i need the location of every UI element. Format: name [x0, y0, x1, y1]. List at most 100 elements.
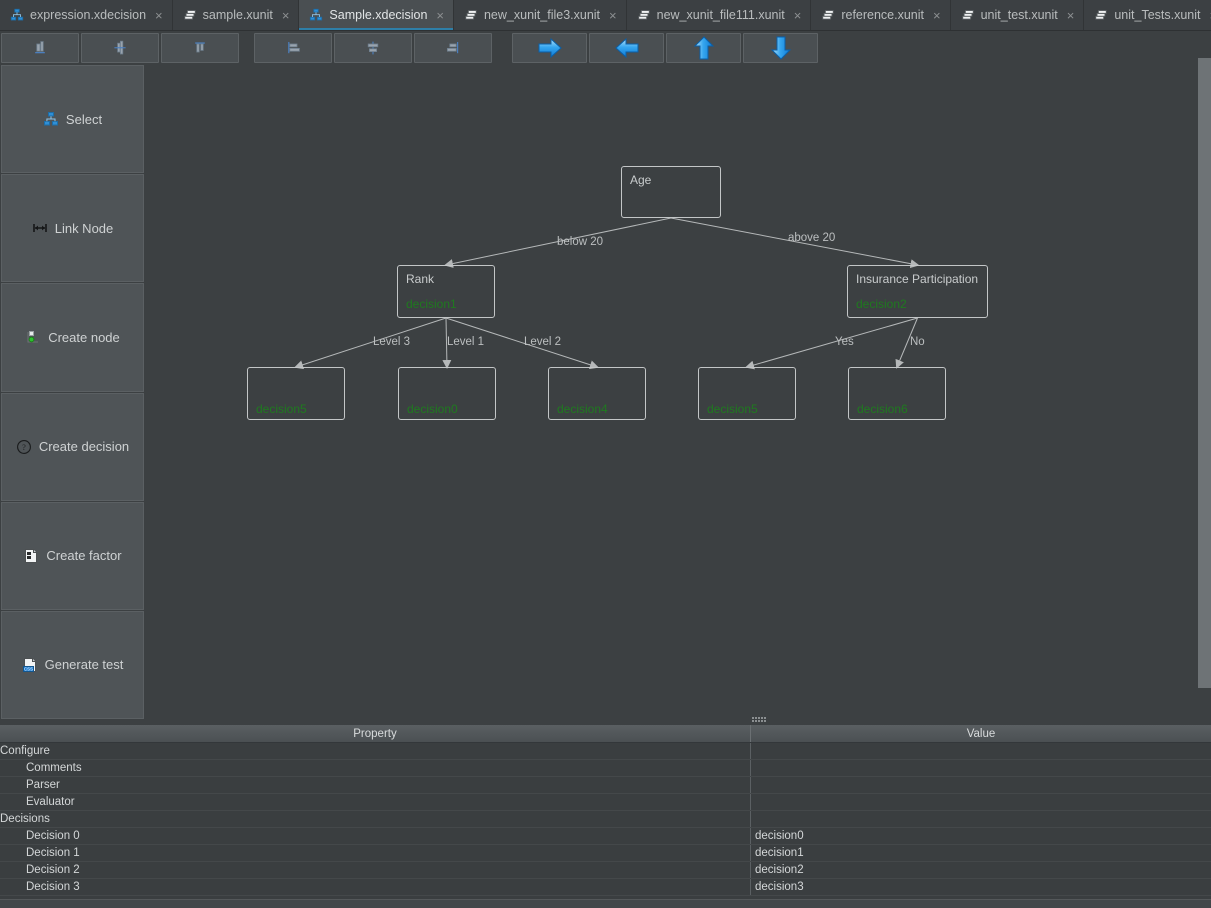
- palette-item-generate-test[interactable]: CSS Generate test: [1, 610, 144, 720]
- diagram-edge-label: Level 2: [524, 336, 562, 348]
- property-value-cell[interactable]: decision1: [751, 845, 1211, 861]
- diagram-edge-label: Yes: [835, 336, 854, 348]
- splitter-grip[interactable]: [752, 717, 766, 722]
- close-icon[interactable]: ×: [436, 9, 444, 22]
- xunit-stack-icon: [183, 10, 196, 20]
- editor-tab-unit-test-xunit[interactable]: unit_test.xunit ×: [950, 0, 1085, 30]
- create-factor-icon: [25, 548, 38, 563]
- move-down-button[interactable]: [743, 33, 818, 63]
- align-vertical-group: [253, 33, 493, 63]
- xunit-stack-icon: [961, 10, 974, 20]
- align-left-icon: [35, 41, 45, 54]
- arrow-up-icon: [693, 36, 714, 60]
- property-value-cell[interactable]: [751, 743, 1211, 759]
- decision-diagram-canvas[interactable]: Age Rank decision1 Insurance Participation d…: [145, 65, 1211, 720]
- palette-item-link-node[interactable]: Link Node: [1, 174, 144, 283]
- palette-item-label: Select: [65, 111, 103, 127]
- decision-tree-icon: [310, 8, 323, 21]
- property-value-cell[interactable]: decision3: [751, 879, 1211, 895]
- close-icon[interactable]: ×: [933, 9, 941, 22]
- create-node-icon: [27, 331, 39, 343]
- diagram-node-insurance[interactable]: Insurance Participation decision2: [847, 265, 988, 318]
- editor-tab-label: new_xunit_file111.xunit: [656, 8, 785, 22]
- svg-text:?: ?: [22, 443, 26, 452]
- property-row[interactable]: Decision 2 decision2: [0, 862, 1211, 879]
- close-icon[interactable]: ×: [794, 9, 802, 22]
- property-row[interactable]: Comments: [0, 760, 1211, 777]
- move-up-button[interactable]: [666, 33, 741, 63]
- link-node-icon: [32, 224, 47, 233]
- align-bottom-button[interactable]: [414, 33, 492, 63]
- diagram-node-leaf0[interactable]: decision0: [398, 367, 496, 420]
- canvas-scrollbar-thumb[interactable]: [1198, 58, 1211, 688]
- editor-tab-label: unit_Tests.xunit: [1114, 8, 1201, 22]
- align-right-button[interactable]: [161, 33, 239, 63]
- property-column-header[interactable]: Property: [0, 725, 751, 742]
- align-left-button[interactable]: [1, 33, 79, 63]
- property-value-cell[interactable]: [751, 811, 1211, 827]
- property-row[interactable]: Decision 1 decision1: [0, 845, 1211, 862]
- property-row[interactable]: Parser: [0, 777, 1211, 794]
- editor-tab-label: new_xunit_file3.xunit: [483, 8, 601, 22]
- property-name-cell: Decision 2: [0, 862, 751, 878]
- palette-item-create-factor[interactable]: Create factor: [1, 501, 144, 610]
- palette-item-select[interactable]: Select: [1, 65, 144, 174]
- diagram-edge-label: No: [910, 336, 925, 348]
- editor-tab-sample-xunit[interactable]: sample.xunit ×: [172, 0, 300, 30]
- property-row[interactable]: Decisions: [0, 811, 1211, 828]
- close-icon[interactable]: ×: [1067, 9, 1075, 22]
- property-name-cell: Comments: [0, 760, 751, 776]
- editor-tab-label: expression.xdecision: [30, 8, 147, 22]
- property-table-header: Property Value: [0, 725, 1211, 743]
- property-row[interactable]: Evaluator: [0, 794, 1211, 811]
- editor-tab-label: sample.xunit: [202, 8, 273, 22]
- align-horizontal-group: [0, 33, 240, 63]
- property-panel-footer: [0, 899, 1211, 908]
- editor-tab-new-xunit-file3-xunit[interactable]: new_xunit_file3.xunit ×: [453, 0, 627, 30]
- diagram-node-decision: decision5: [707, 402, 758, 416]
- move-right-button[interactable]: [512, 33, 587, 63]
- diagram-node-age[interactable]: Age: [621, 166, 721, 218]
- property-name-cell: Decision 3: [0, 879, 751, 895]
- align-bottom-icon: [447, 42, 459, 54]
- property-value-cell[interactable]: [751, 760, 1211, 776]
- value-column-header[interactable]: Value: [751, 725, 1211, 742]
- editor-tab-expression-xdecision[interactable]: expression.xdecision ×: [0, 0, 173, 30]
- diagram-node-decision: decision0: [407, 402, 458, 416]
- palette-item-create-decision[interactable]: ? Create decision: [1, 392, 144, 501]
- diagram-node-decision: decision6: [857, 402, 908, 416]
- arrow-left-icon: [614, 37, 638, 59]
- diagram-toolbar: [0, 31, 1211, 65]
- diagram-node-leaf5b[interactable]: decision5: [698, 367, 796, 420]
- xunit-stack-icon: [637, 10, 650, 20]
- property-row[interactable]: Configure: [0, 743, 1211, 760]
- property-value-cell[interactable]: decision2: [751, 862, 1211, 878]
- palette-item-label: Link Node: [54, 220, 114, 236]
- diagram-edge-label: above 20: [788, 232, 836, 244]
- canvas-vertical-scrollbar[interactable]: [1198, 58, 1211, 720]
- property-value-cell[interactable]: [751, 777, 1211, 793]
- property-value-cell[interactable]: [751, 794, 1211, 810]
- property-row[interactable]: Decision 3 decision3: [0, 879, 1211, 896]
- move-left-button[interactable]: [589, 33, 664, 63]
- diagram-node-leaf4[interactable]: decision4: [548, 367, 646, 420]
- close-icon[interactable]: ×: [155, 9, 163, 22]
- editor-tab-unit-tests-xunit[interactable]: unit_Tests.xunit×: [1084, 0, 1211, 30]
- select-nodes-icon: [43, 112, 58, 126]
- property-row[interactable]: Decision 0 decision0: [0, 828, 1211, 845]
- editor-tab-new-xunit-file111-xunit[interactable]: new_xunit_file111.xunit ×: [626, 0, 812, 30]
- diagram-node-leaf5a[interactable]: decision5: [247, 367, 345, 420]
- editor-tab-label: Sample.xdecision: [329, 8, 428, 22]
- editor-tab-sample-xdecision[interactable]: Sample.xdecision ×: [299, 0, 454, 30]
- diagram-edge-label: Level 1: [447, 336, 485, 348]
- close-icon[interactable]: ×: [609, 9, 617, 22]
- palette-item-create-node[interactable]: Create node: [1, 283, 144, 392]
- diagram-node-leaf6[interactable]: decision6: [848, 367, 946, 420]
- close-icon[interactable]: ×: [282, 9, 290, 22]
- align-center-horizontal-button[interactable]: [81, 33, 159, 63]
- diagram-node-rank[interactable]: Rank decision1: [397, 265, 495, 318]
- editor-tab-reference-xunit[interactable]: reference.xunit ×: [811, 0, 951, 30]
- align-top-button[interactable]: [254, 33, 332, 63]
- property-value-cell[interactable]: decision0: [751, 828, 1211, 844]
- align-middle-vertical-button[interactable]: [334, 33, 412, 63]
